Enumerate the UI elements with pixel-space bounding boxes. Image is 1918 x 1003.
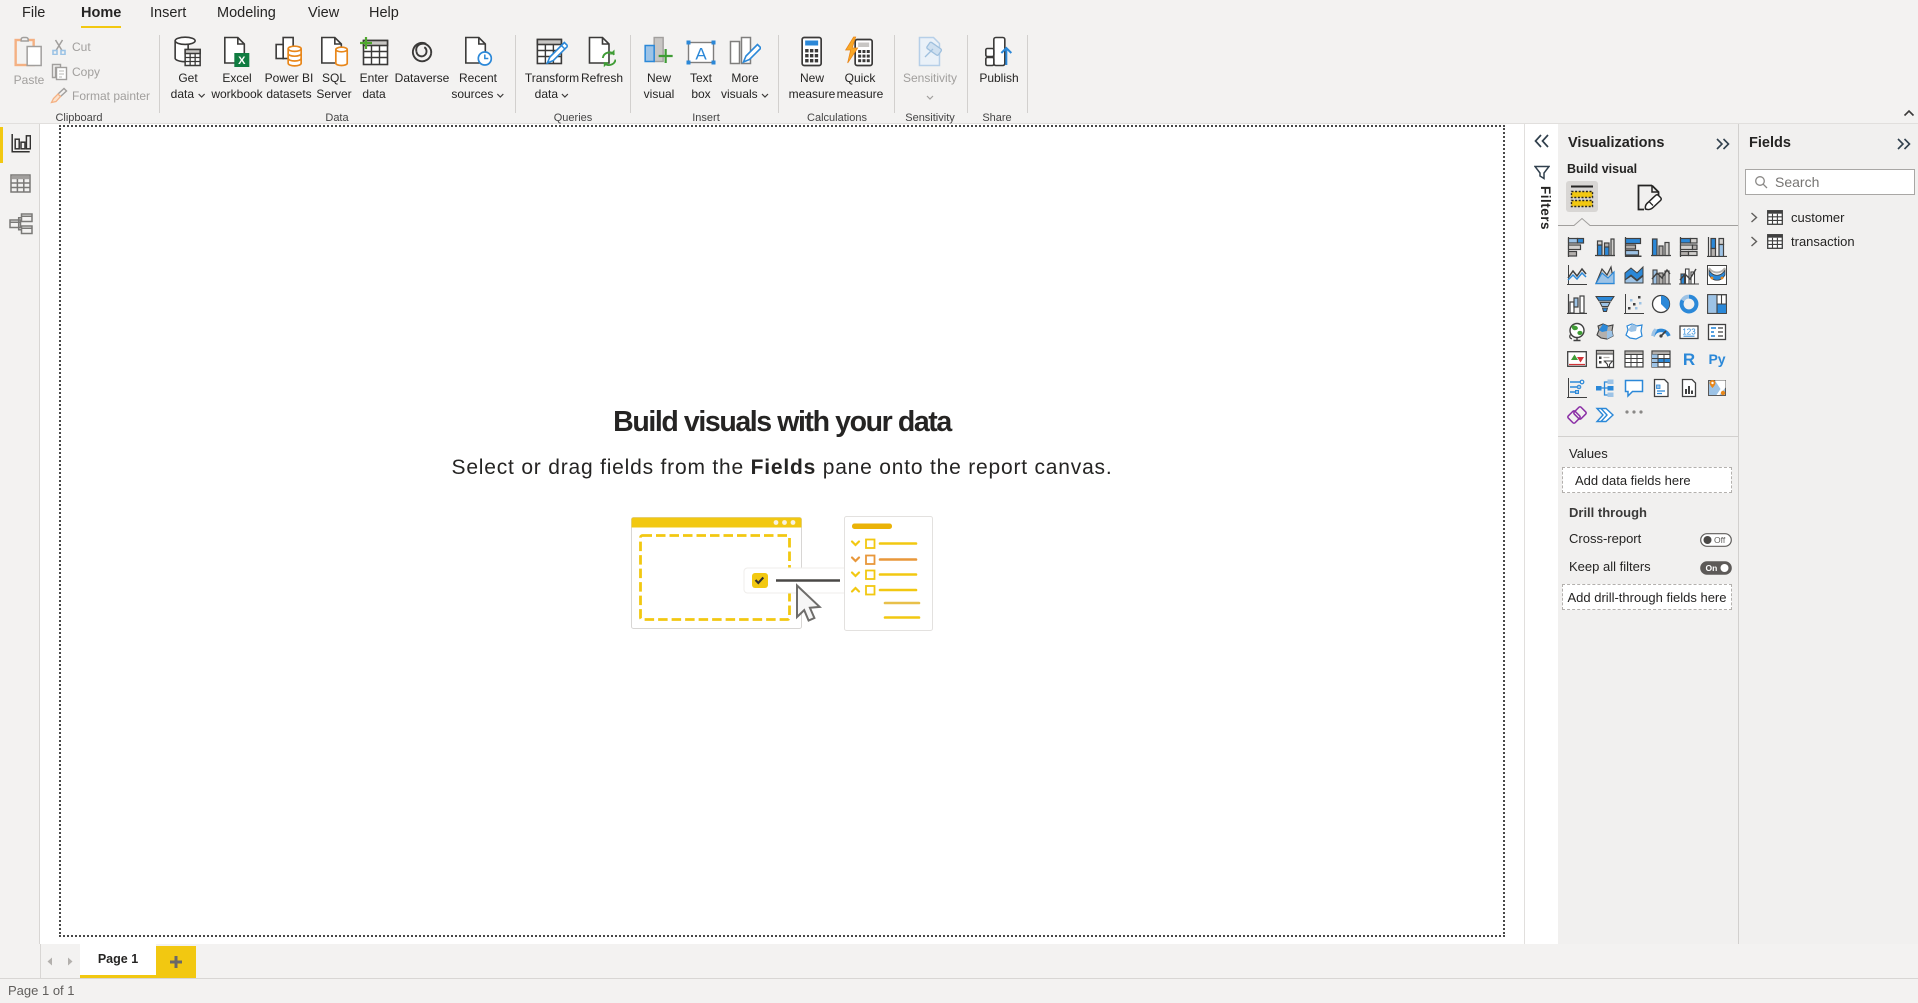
svg-text:123: 123 [1682,328,1696,337]
svg-text:Off: Off [1714,535,1726,545]
svg-text:Py: Py [1708,351,1725,367]
svg-text:X: X [238,55,246,67]
svg-text:On: On [1706,563,1718,573]
svg-text:A: A [695,45,707,64]
svg-text:R: R [1683,350,1695,369]
